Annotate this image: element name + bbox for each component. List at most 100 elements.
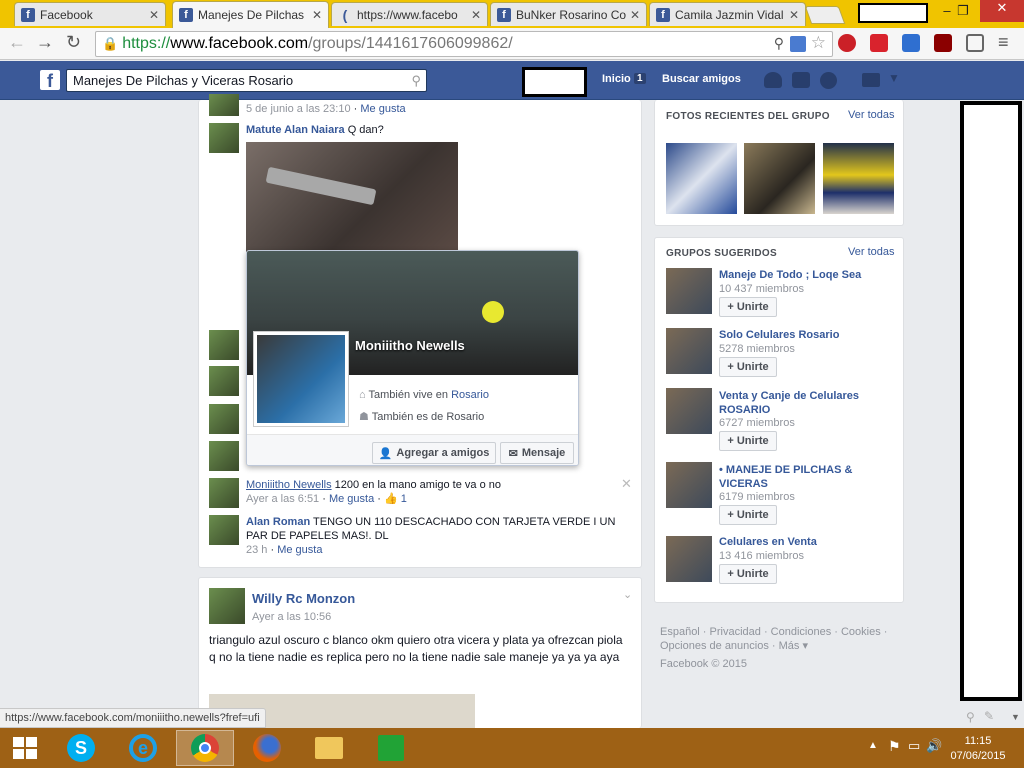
- group-thumbnail[interactable]: [666, 462, 712, 508]
- translate-icon[interactable]: [790, 36, 806, 52]
- group-name[interactable]: Solo Celulares Rosario: [719, 329, 895, 341]
- message-button[interactable]: ✉ Mensaje: [500, 442, 574, 464]
- like-link[interactable]: Me gusta: [360, 103, 405, 115]
- store-icon[interactable]: [366, 730, 416, 766]
- bookmark-star-icon[interactable]: ☆: [811, 33, 826, 53]
- address-bar[interactable]: 🔒 https:// www.facebook.com /groups/1441…: [95, 31, 833, 57]
- post-author[interactable]: Willy Rc Monzon: [252, 591, 355, 606]
- avatar[interactable]: [209, 94, 239, 116]
- footer-line-1[interactable]: Español · Privacidad · Condiciones · Coo…: [660, 625, 887, 639]
- close-tab-icon[interactable]: ✕: [630, 8, 640, 22]
- group-thumbnail[interactable]: [666, 268, 712, 314]
- skype-icon[interactable]: S: [56, 730, 106, 766]
- group-name[interactable]: Venta y Canje de Celulares ROSARIO: [719, 389, 889, 417]
- cast-icon[interactable]: [966, 34, 984, 52]
- comment-author[interactable]: Moniiitho Newells: [246, 479, 332, 491]
- avatar[interactable]: [209, 404, 239, 434]
- volume-icon[interactable]: 🔊: [926, 738, 942, 754]
- extension-red-icon[interactable]: [870, 34, 888, 52]
- tab-manejes-de-pilchas[interactable]: f Manejes De Pilchas ✕: [172, 1, 329, 28]
- see-all-photos-link[interactable]: Ver todas: [848, 109, 894, 121]
- account-menu-chevron-down-icon[interactable]: ▼: [888, 71, 900, 85]
- join-group-button[interactable]: + Unirte: [719, 357, 777, 377]
- extension-blue-icon[interactable]: [902, 34, 920, 52]
- close-window-icon[interactable]: ✕: [980, 0, 1024, 22]
- network-icon[interactable]: ▭: [908, 738, 920, 754]
- back-icon[interactable]: ←: [8, 32, 26, 53]
- avatar[interactable]: [209, 515, 239, 545]
- firefox-icon[interactable]: [242, 730, 292, 766]
- post-time[interactable]: Ayer a las 10:56: [252, 611, 331, 623]
- tab-facebook-url[interactable]: ( https://www.facebo ✕: [331, 2, 488, 26]
- recent-photo[interactable]: [823, 143, 894, 214]
- hovercard-profile-picture[interactable]: [253, 331, 349, 427]
- nav-find-friends-link[interactable]: Buscar amigos: [662, 73, 741, 85]
- system-clock[interactable]: 11:15 07/06/2015: [946, 734, 1010, 764]
- close-tab-icon[interactable]: ✕: [789, 8, 799, 22]
- privacy-shortcuts-icon[interactable]: [862, 73, 880, 87]
- chat-options-icon[interactable]: ✎: [984, 709, 994, 723]
- recent-photo[interactable]: [666, 143, 737, 214]
- restore-icon[interactable]: ❐: [950, 3, 976, 21]
- notifications-globe-icon[interactable]: [820, 72, 837, 89]
- messages-icon[interactable]: [792, 72, 810, 88]
- group-thumbnail[interactable]: [666, 536, 712, 582]
- like-link[interactable]: Me gusta: [329, 493, 374, 505]
- hovercard-name[interactable]: Moniiitho Newells: [355, 338, 465, 353]
- reload-icon[interactable]: ↻: [66, 32, 81, 53]
- like-count[interactable]: 1: [401, 493, 407, 505]
- recent-photo[interactable]: [744, 143, 815, 214]
- zoom-icon[interactable]: ⚲: [774, 35, 784, 52]
- avatar[interactable]: [209, 330, 239, 360]
- comment-author[interactable]: Matute Alan Naiara: [246, 124, 345, 136]
- scroll-down-arrow-icon[interactable]: ▼: [1011, 712, 1020, 722]
- menu-icon[interactable]: ≡: [998, 32, 1009, 53]
- join-group-button[interactable]: + Unirte: [719, 564, 777, 584]
- avatar[interactable]: [209, 441, 239, 471]
- start-button[interactable]: [0, 730, 50, 766]
- close-tab-icon[interactable]: ✕: [149, 8, 159, 22]
- join-group-button[interactable]: + Unirte: [719, 297, 777, 317]
- like-link[interactable]: Me gusta: [277, 544, 322, 556]
- group-thumbnail[interactable]: [666, 328, 712, 374]
- avatar[interactable]: [209, 588, 245, 624]
- action-center-flag-icon[interactable]: ⚑: [888, 738, 901, 755]
- group-name[interactable]: • MANEJE DE PILCHAS & VICERAS: [719, 463, 869, 491]
- group-name[interactable]: Celulares en Venta: [719, 536, 895, 548]
- post-options-chevron-down-icon[interactable]: ⌄: [623, 588, 632, 601]
- join-group-button[interactable]: + Unirte: [719, 505, 777, 525]
- remove-comment-icon[interactable]: ✕: [621, 476, 632, 492]
- facebook-logo-icon[interactable]: f: [40, 70, 60, 90]
- avatar[interactable]: [209, 366, 239, 396]
- group-thumbnail[interactable]: [666, 388, 712, 434]
- facebook-search-input[interactable]: Manejes De Pilchas y Viceras Rosario ⚲: [66, 69, 427, 92]
- group-name[interactable]: Maneje De Todo ; Loqe Sea: [719, 269, 895, 281]
- comment-photo-revolver[interactable]: [246, 142, 458, 252]
- see-all-groups-link[interactable]: Ver todas: [848, 246, 894, 258]
- join-group-button[interactable]: + Unirte: [719, 431, 777, 451]
- avatar[interactable]: [209, 478, 239, 508]
- avatar[interactable]: [209, 123, 239, 153]
- lives-in-link[interactable]: Rosario: [451, 389, 489, 401]
- footer-links[interactable]: Español · Privacidad · Condiciones · Coo…: [660, 625, 887, 653]
- add-friend-button[interactable]: 👤 Agregar a amigos: [372, 442, 496, 464]
- friend-requests-icon[interactable]: [764, 72, 782, 88]
- close-tab-icon[interactable]: ✕: [471, 8, 481, 22]
- ublock-icon[interactable]: [934, 34, 952, 52]
- file-explorer-icon[interactable]: [304, 730, 354, 766]
- tray-expand-icon[interactable]: ▲: [868, 740, 878, 751]
- footer-line-2[interactable]: Opciones de anuncios · Más ▾: [660, 639, 887, 653]
- new-tab-button[interactable]: [804, 6, 846, 24]
- close-tab-icon[interactable]: ✕: [312, 8, 322, 22]
- search-icon[interactable]: ⚲: [411, 73, 421, 89]
- nav-home-link[interactable]: Inicio: [602, 73, 631, 85]
- pinterest-icon[interactable]: [838, 34, 856, 52]
- chrome-taskbar-button[interactable]: [176, 730, 234, 766]
- tab-bunker-rosarino[interactable]: f BuNker Rosarino Co ✕: [490, 2, 647, 26]
- tab-camila-jazmin[interactable]: f Camila Jazmin Vidal ✕: [649, 2, 806, 26]
- tab-facebook[interactable]: f Facebook ✕: [14, 2, 166, 26]
- chat-search-icon[interactable]: ⚲: [966, 710, 975, 724]
- internet-explorer-icon[interactable]: e: [118, 730, 168, 766]
- comment-author[interactable]: Alan Roman: [246, 516, 310, 528]
- forward-icon[interactable]: →: [36, 32, 54, 53]
